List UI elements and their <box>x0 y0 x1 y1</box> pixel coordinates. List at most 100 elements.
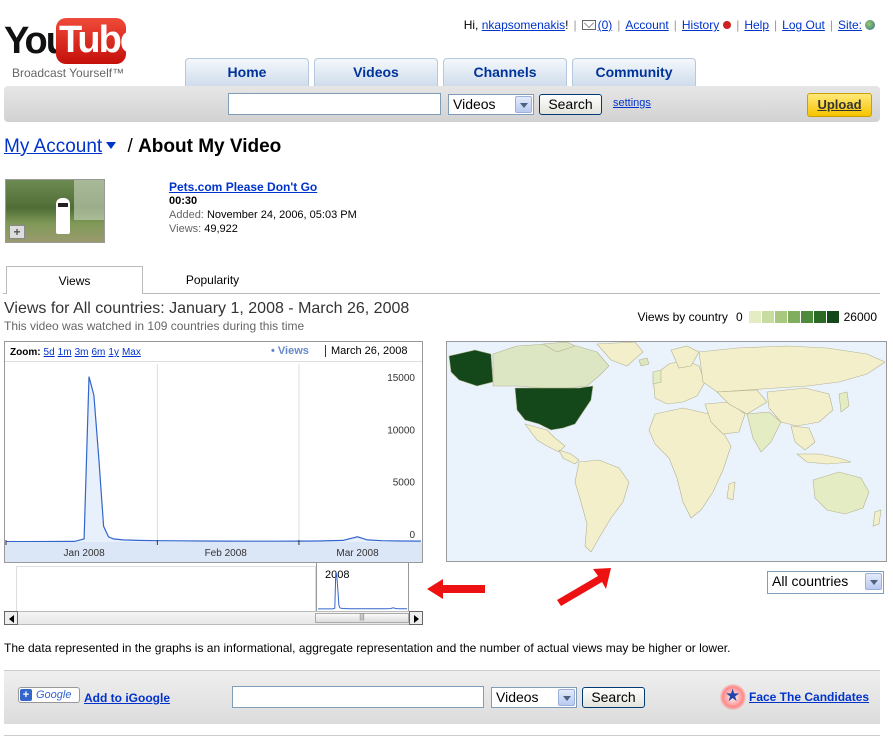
annotation-arrow-left <box>427 579 485 599</box>
face-the-candidates-link[interactable]: Face The Candidates <box>749 690 869 704</box>
chart-toolbar: Zoom: 5d 1m 3m 6m 1y Max • Views March 26, 200… <box>5 342 422 362</box>
video-title-link[interactable]: Pets.com Please Don't Go <box>169 180 357 194</box>
country-filter-value: All countries <box>772 573 849 589</box>
video-added: November 24, 2006, 05:03 PM <box>206 209 357 221</box>
views-label: Views: <box>169 223 202 235</box>
zoom-option-1m[interactable]: 1m <box>58 347 72 358</box>
country-filter-select[interactable]: All countries <box>767 571 884 594</box>
map-country-india <box>746 411 782 453</box>
overview-series-line <box>318 571 407 610</box>
igoogle-badge[interactable]: + Google <box>18 687 80 703</box>
account-link[interactable]: Account <box>625 18 668 32</box>
overview-left-area <box>16 566 316 612</box>
chevron-down-icon[interactable] <box>865 573 882 590</box>
zoom-label: Zoom: <box>10 347 41 358</box>
chevron-down-icon[interactable] <box>515 96 532 113</box>
site-link[interactable]: Site: <box>838 18 862 32</box>
search-button[interactable]: Search <box>539 94 602 115</box>
added-label: Added: <box>169 209 204 221</box>
zoom-option-3m[interactable]: 3m <box>75 347 89 358</box>
map-country-canada <box>492 343 610 389</box>
chart-overview[interactable]: 2008 ||| <box>4 562 423 625</box>
zoom-option-1y[interactable]: 1y <box>108 347 119 358</box>
annotation-arrow-up-right <box>557 568 611 606</box>
x-tick-label: Feb 2008 <box>205 548 248 559</box>
tab-home[interactable]: Home <box>185 58 309 86</box>
video-thumbnail[interactable]: + <box>5 179 105 243</box>
user-links: Hi, nkapsomenakis! | (0) | Account | His… <box>464 18 875 32</box>
zoom-controls: Zoom: 5d 1m 3m 6m 1y Max <box>10 347 141 358</box>
x-tick-label: Jan 2008 <box>64 548 106 559</box>
views-chart[interactable]: 15000 10000 5000 0 Jan 2008 Feb 2008 Mar 2008 … <box>4 341 423 563</box>
scroll-left-icon[interactable] <box>4 611 18 625</box>
star-icon[interactable] <box>720 684 746 710</box>
help-link[interactable]: Help <box>744 18 769 32</box>
disclaimer-text: The data represented in the graphs is an… <box>4 641 731 655</box>
legend-swatch <box>787 311 800 323</box>
world-map[interactable] <box>446 341 887 562</box>
page-title-current: About My Video <box>138 136 282 157</box>
upload-button[interactable]: Upload <box>807 93 872 117</box>
map-country-south-america <box>574 459 630 553</box>
globe-icon[interactable] <box>865 20 875 30</box>
map-country-alaska <box>448 349 494 387</box>
tab-videos[interactable]: Videos <box>314 58 438 86</box>
my-account-link[interactable]: My Account <box>4 136 102 157</box>
greeting-text: Hi, <box>463 18 479 32</box>
clear-history-icon[interactable] <box>723 21 732 29</box>
legend-swatch <box>748 311 761 323</box>
search-category-value: Videos <box>453 96 496 112</box>
youtube-logo[interactable]: You Tube Broadcast Yourself™ <box>4 16 141 84</box>
overview-sparkline <box>318 571 407 610</box>
map-country-iceland <box>638 357 650 367</box>
plus-icon: + <box>20 689 32 701</box>
settings-link[interactable]: settings <box>613 97 651 109</box>
dropdown-triangle-icon[interactable] <box>106 142 117 150</box>
tab-community[interactable]: Community <box>572 58 696 86</box>
y-tick-label: 0 <box>409 530 415 541</box>
mail-icon[interactable] <box>581 20 596 30</box>
legend-swatches <box>748 311 839 323</box>
search-category-select[interactable]: Videos <box>448 94 534 115</box>
map-legend: Views by country 0 26000 <box>637 310 877 324</box>
add-to-quicklist-icon[interactable]: + <box>9 225 25 239</box>
chevron-down-icon[interactable] <box>558 689 575 706</box>
views-series-area <box>6 376 421 542</box>
map-country-japan <box>838 391 850 413</box>
zoom-option-5d[interactable]: 5d <box>44 347 55 358</box>
map-country-southeast-asia <box>790 425 816 451</box>
inbox-count-link[interactable]: (0) <box>598 18 613 32</box>
x-tick-label: Mar 2008 <box>336 548 379 559</box>
video-meta: Pets.com Please Don't Go 00:30 Added: No… <box>169 180 357 236</box>
overview-scrollbar[interactable]: ||| <box>4 611 423 625</box>
search-input[interactable] <box>228 93 441 115</box>
tab-channels[interactable]: Channels <box>443 58 567 86</box>
video-duration: 00:30 <box>169 195 198 207</box>
legend-swatch <box>800 311 813 323</box>
tab-popularity[interactable]: Popularity <box>144 266 281 294</box>
history-link[interactable]: History <box>682 18 719 32</box>
legend-label: Views by country <box>637 310 728 324</box>
logout-link[interactable]: Log Out <box>782 18 825 32</box>
scrollbar-thumb[interactable]: ||| <box>315 613 409 623</box>
overview-window[interactable]: 2008 <box>316 562 409 612</box>
greeting-end: ! <box>565 18 569 32</box>
legend-swatch <box>813 311 826 323</box>
stats-heading: Views for All countries: January 1, 2008… <box>4 300 410 317</box>
zoom-option-6m[interactable]: 6m <box>91 347 105 358</box>
google-logo-text: Google <box>36 689 72 701</box>
footer-search-button[interactable]: Search <box>582 687 645 708</box>
add-to-igoogle-link[interactable]: Add to iGoogle <box>84 691 170 705</box>
footer-bar: + Google Add to iGoogle Videos Search Fa… <box>4 670 880 724</box>
map-country-madagascar <box>726 481 736 501</box>
zoom-option-Max[interactable]: Max <box>122 347 141 358</box>
series-legend-views: • Views <box>271 345 309 357</box>
username-link[interactable]: nkapsomenakis <box>482 18 565 32</box>
footer-category-select[interactable]: Videos <box>491 687 577 708</box>
tab-views[interactable]: Views <box>6 266 143 294</box>
map-country-indonesia <box>796 453 852 465</box>
search-bar <box>4 86 880 122</box>
legend-max: 26000 <box>843 310 877 324</box>
footer-search-input[interactable] <box>232 686 484 708</box>
scroll-right-icon[interactable] <box>409 611 423 625</box>
